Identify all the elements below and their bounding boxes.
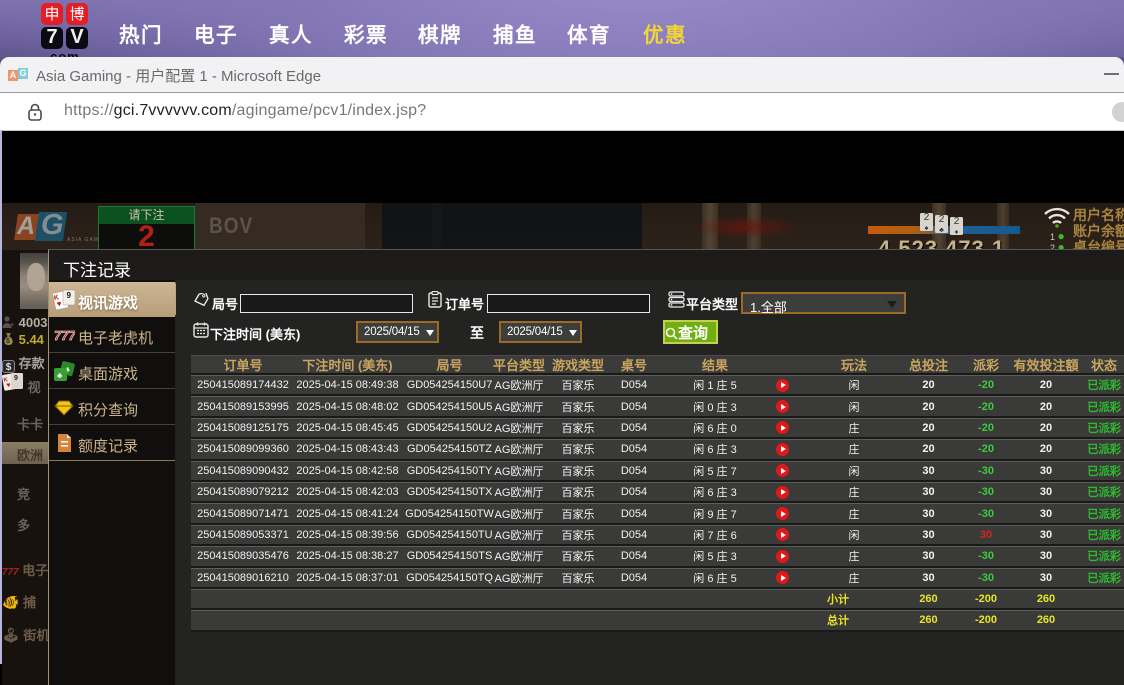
svg-text:9: 9 [14, 375, 18, 382]
svg-text:$: $ [6, 338, 10, 345]
svg-text:+: + [10, 322, 14, 328]
svg-text:♣: ♣ [57, 371, 63, 380]
svg-text:9: 9 [67, 291, 72, 300]
svg-text:777: 777 [54, 328, 75, 343]
